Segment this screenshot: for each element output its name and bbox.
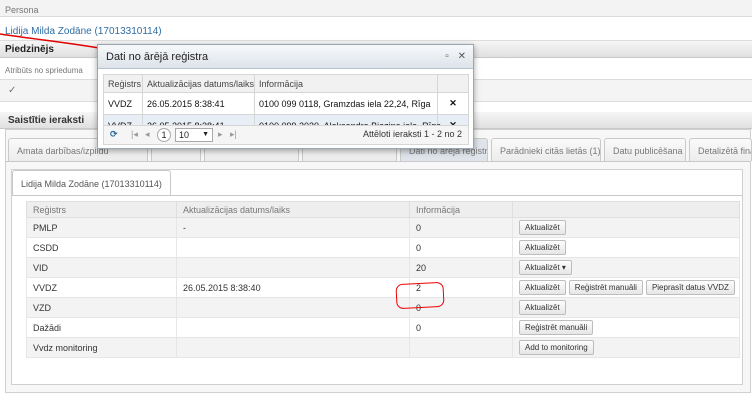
annotation-circle (395, 281, 445, 310)
page-size-value: 10 (179, 130, 190, 140)
close-icon[interactable]: ✕ (458, 51, 466, 62)
registry-name: VVDZ (26, 277, 177, 298)
dialog-title: Dati no ārējā reģistra (106, 51, 209, 63)
registry-actions: Aktualizēt (512, 237, 740, 258)
records-summary: Attēloti ieraksti 1 - 2 no 2 (362, 129, 462, 139)
col-header-info[interactable]: Informācija (254, 74, 438, 93)
registry-updated (176, 237, 410, 258)
col-header-delete (437, 74, 469, 93)
registry-name: Vvdz monitoring (26, 337, 177, 358)
refresh-button[interactable]: Aktualizēt (519, 280, 566, 295)
registry-actions: Add to monitoring (512, 337, 740, 358)
refresh-dropdown-button[interactable]: Aktualizēt ▾ (519, 260, 572, 275)
registry-actions: Reģistrēt manuāli (512, 317, 740, 338)
external-table-header: Reģistrs Aktualizācijas datums/laiks Inf… (103, 74, 469, 93)
prev-page-icon[interactable]: ◂ (145, 129, 150, 140)
registry-updated (176, 317, 410, 338)
registry-info: 0 (409, 237, 513, 258)
register-manually-button[interactable]: Reģistrēt manuāli (519, 320, 594, 335)
col-header-updated[interactable]: Aktualizācijas datums/laiks (176, 201, 410, 218)
add-to-monitoring-button[interactable]: Add to monitoring (519, 340, 594, 355)
first-page-icon[interactable]: |◂ (131, 129, 138, 140)
table-row: VID 20 Aktualizēt ▾ (26, 257, 740, 278)
registry-name: PMLP (26, 217, 177, 238)
request-vvdz-data-button[interactable]: Pieprasīt datus VVDZ (645, 280, 735, 295)
persona-label: Persona (0, 0, 752, 17)
registry-updated (176, 337, 410, 358)
registry-info (409, 337, 513, 358)
refresh-button[interactable]: Aktualizēt (519, 220, 566, 235)
dialog-titlebar[interactable]: Dati no ārējā reģistra ▫ ✕ (98, 45, 473, 69)
table-row[interactable]: VVDZ 26.05.2015 8:38:41 0100 099 0118, G… (103, 92, 469, 115)
tab-detailed-finance[interactable]: Detalizētā fina (689, 138, 752, 161)
refresh-icon[interactable]: ⟳ (110, 129, 118, 140)
chevron-down-icon: ▼ (202, 131, 209, 138)
external-registry-dialog: Dati no ārējā reģistra ▫ ✕ Reģistrs Aktu… (97, 44, 474, 149)
col-header-info[interactable]: Informācija (409, 201, 513, 218)
registry-table-header: Reģistrs Aktualizācijas datums/laiks Inf… (26, 201, 740, 218)
col-header-updated[interactable]: Aktualizācijas datums/laiks (142, 74, 255, 93)
record-registry: VVDZ (103, 92, 143, 115)
col-header-registry[interactable]: Reģistrs (26, 201, 177, 218)
registry-actions: Aktualizēt (512, 217, 740, 238)
pagination-bar: ⟳ |◂ ◂ 1 10 ▼ ▸ ▸| Attēloti ieraksti 1 -… (103, 125, 469, 145)
subtab-person[interactable]: Lidija Milda Zodāne (17013310114) (12, 170, 171, 195)
tab-data-publication[interactable]: Datu publicēšana (604, 138, 686, 161)
registry-name: VID (26, 257, 177, 278)
registry-name: VZD (26, 297, 177, 318)
registry-actions: Aktualizēt ▾ (512, 257, 740, 278)
delete-icon[interactable]: ✕ (437, 92, 469, 115)
tab-debtors-other-cases[interactable]: Parādnieki citās lietās (1) (491, 138, 601, 161)
registry-updated (176, 257, 410, 278)
registry-actions: Aktualizēt (512, 297, 740, 318)
refresh-button[interactable]: Aktualizēt (519, 300, 566, 315)
record-updated: 26.05.2015 8:38:41 (142, 92, 255, 115)
register-manually-button[interactable]: Reģistrēt manuāli (568, 280, 643, 295)
registry-name: Dažādi (26, 317, 177, 338)
table-row: VVDZ 26.05.2015 8:38:40 2 Aktualizēt Reģi… (26, 277, 740, 298)
current-page[interactable]: 1 (157, 128, 171, 142)
registry-info: 0 (409, 317, 513, 338)
subtab-divider (12, 195, 742, 196)
table-row: CSDD 0 Aktualizēt (26, 237, 740, 258)
record-info: 0100 099 0118, Gramzdas iela 22,24, Rīga (254, 92, 438, 115)
next-page-icon[interactable]: ▸ (218, 129, 223, 140)
registry-actions: Aktualizēt Reģistrēt manuāli Pieprasīt dat… (512, 277, 740, 298)
table-row: VZD 0 Aktualizēt (26, 297, 740, 318)
registry-updated: 26.05.2015 8:38:40 (176, 277, 410, 298)
person-link[interactable]: Lidija Milda Zodāne (17013310114) (0, 17, 752, 41)
registry-updated (176, 297, 410, 318)
col-header-registry[interactable]: Reģistrs (103, 74, 143, 93)
registry-updated: - (176, 217, 410, 238)
table-row: PMLP - 0 Aktualizēt (26, 217, 740, 238)
table-row: Dažādi 0 Reģistrēt manuāli (26, 317, 740, 338)
registry-info: 20 (409, 257, 513, 278)
col-header-actions (512, 201, 740, 218)
registry-name: CSDD (26, 237, 177, 258)
registry-info: 0 (409, 217, 513, 238)
page-size-select[interactable]: 10 ▼ (175, 128, 213, 142)
registry-table: Reģistrs Aktualizācijas datums/laiks Inf… (26, 201, 740, 358)
tabs-divider (5, 161, 751, 162)
maximize-icon[interactable]: ▫ (445, 51, 449, 62)
last-page-icon[interactable]: ▸| (230, 129, 237, 140)
table-row: Vvdz monitoring Add to monitoring (26, 337, 740, 358)
refresh-button[interactable]: Aktualizēt (519, 240, 566, 255)
